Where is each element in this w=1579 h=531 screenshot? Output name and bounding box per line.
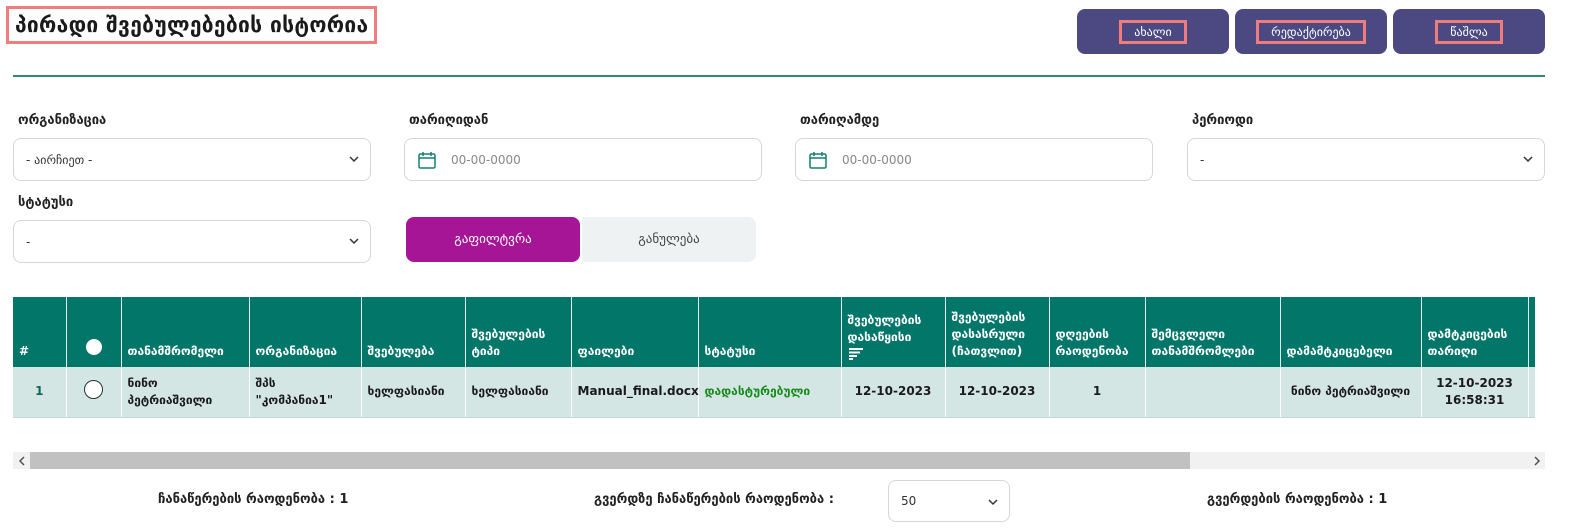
column-header: # [13, 297, 67, 367]
pages-count: გვერდების რაოდენობა : 1 [1207, 492, 1388, 507]
cell-start: 12-10-2023 [841, 367, 946, 418]
column-header: დღეების რაოდენობა [1049, 297, 1146, 367]
column-header: დამამტკიცებელი [1280, 297, 1422, 367]
cell-status: დადასტურებული [698, 367, 842, 418]
reset-button[interactable]: განულება [582, 217, 756, 262]
column-header-label: შვებულების დასაწყისი [847, 313, 922, 344]
edit-button-label: რედაქტირება [1256, 19, 1366, 44]
column-header: ფაილები [571, 297, 699, 367]
period-select[interactable]: - [1187, 138, 1545, 181]
cell-leave-type: ხელფასიანი [465, 367, 572, 418]
table-row[interactable]: 1 ნინო პეტრიაშვილი შპს "კომპანია1" ხელფა… [13, 367, 1535, 418]
cell-substitutes [1145, 367, 1281, 418]
date-from-placeholder: 00-00-0000 [451, 152, 521, 167]
records-count: ჩანაწერების რაოდენობა : 1 [158, 492, 349, 507]
column-header: შვებულების ტიპი [465, 297, 572, 367]
select-all-radio[interactable] [85, 339, 102, 355]
table-horizontal-scrollbar[interactable] [13, 452, 1545, 469]
organization-label: ორგანიზაცია [18, 113, 107, 128]
scroll-right-arrow-icon[interactable] [1528, 452, 1545, 469]
per-page-label: გვერდზე ჩანაწერების რაოდენობა : [594, 492, 834, 507]
cell-overflow [1528, 367, 1535, 418]
chevron-down-icon [1523, 156, 1533, 163]
column-header: კ [1528, 297, 1535, 367]
column-header: შვებულების დასასრული (ჩათვლით) [945, 297, 1050, 367]
column-header: ორგანიზაცია [249, 297, 362, 367]
period-select-value: - [1200, 152, 1205, 167]
table-header-row: # თანამშრომელი ორგანიზაცია შვებულება შვე… [13, 297, 1535, 367]
scroll-left-arrow-icon[interactable] [13, 452, 30, 469]
new-button-label: ახალი [1119, 19, 1187, 44]
date-from-label: თარიღიდან [409, 113, 489, 128]
cell-organization: შპს "კომპანია1" [249, 367, 362, 418]
scroll-thumb[interactable] [30, 452, 1190, 469]
period-label: პერიოდი [1192, 113, 1254, 128]
cell-approver: ნინო პეტრიაშვილი [1280, 367, 1422, 418]
column-header-sortable[interactable]: შვებულების დასაწყისი [841, 297, 946, 367]
cell-leave: ხელფასიანი [361, 367, 466, 418]
cell-approval-date: 12-10-2023 16:58:31 [1421, 367, 1529, 418]
organization-select[interactable]: - აირჩიეთ - [13, 138, 371, 181]
page-title: პირადი შვებულებების ისტორია [6, 6, 378, 44]
cell-num: 1 [13, 367, 67, 418]
row-select-radio[interactable] [84, 379, 103, 399]
column-header: დამტკიცების თარიღი [1421, 297, 1529, 367]
new-button[interactable]: ახალი [1077, 9, 1229, 54]
approval-time: 16:58:31 [1444, 392, 1505, 407]
per-page-select[interactable]: 50 [888, 480, 1010, 522]
header-divider [13, 75, 1545, 77]
column-header: თანამშრომელი [121, 297, 250, 367]
cell-employee: ნინო პეტრიაშვილი [121, 367, 250, 418]
approval-date: 12-10-2023 [1436, 375, 1513, 390]
date-from-input[interactable]: 00-00-0000 [404, 138, 762, 181]
status-label: სტატუსი [18, 195, 74, 210]
chevron-down-icon [349, 156, 359, 163]
chevron-down-icon [349, 238, 359, 245]
cell-end: 12-10-2023 [945, 367, 1050, 418]
delete-button[interactable]: წაშლა [1393, 9, 1545, 54]
column-header: სტატუსი [698, 297, 842, 367]
date-to-label: თარიღამდე [800, 113, 880, 128]
date-to-input[interactable]: 00-00-0000 [795, 138, 1153, 181]
organization-select-value: - აირჩიეთ - [26, 152, 93, 167]
column-header: შემცვლელი თანამშრომლები [1145, 297, 1281, 367]
cell-files[interactable]: Manual_final.docx [571, 367, 699, 418]
filter-button[interactable]: გაფილტვრა [406, 217, 580, 262]
calendar-icon [809, 151, 827, 169]
column-header: შვებულება [361, 297, 466, 367]
status-select-value: - [26, 234, 31, 249]
calendar-icon [418, 151, 436, 169]
per-page-value: 50 [901, 494, 917, 508]
edit-button[interactable]: რედაქტირება [1235, 9, 1387, 54]
leave-history-table: # თანამშრომელი ორგანიზაცია შვებულება შვე… [13, 297, 1535, 418]
date-to-placeholder: 00-00-0000 [842, 152, 912, 167]
sort-desc-icon[interactable] [848, 348, 864, 360]
select-all-header[interactable] [66, 297, 122, 367]
cell-select[interactable] [66, 367, 122, 418]
cell-days: 1 [1049, 367, 1146, 418]
delete-button-label: წაშლა [1435, 19, 1503, 44]
status-select[interactable]: - [13, 220, 371, 263]
chevron-down-icon [988, 499, 998, 506]
